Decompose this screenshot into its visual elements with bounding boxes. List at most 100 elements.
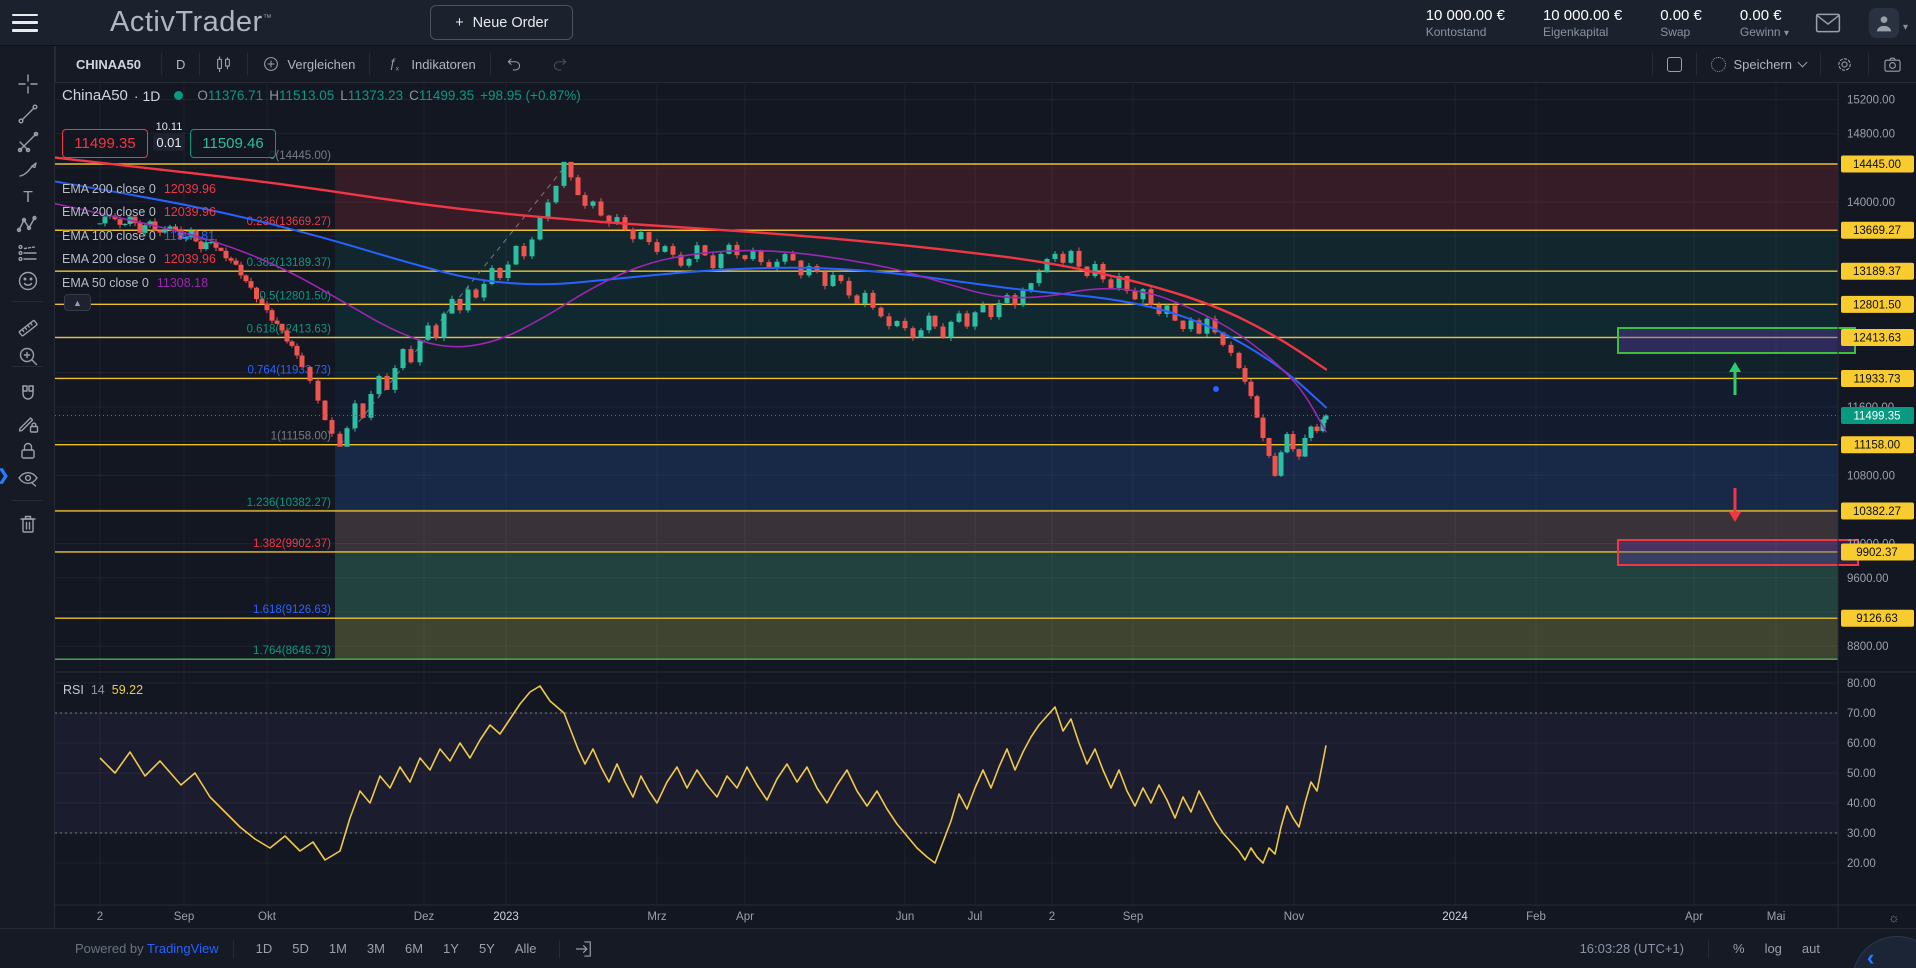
chart-style-button[interactable] [200, 53, 248, 75]
mail-icon[interactable] [1815, 12, 1841, 34]
snapshot-button[interactable] [1868, 53, 1916, 75]
gear-icon [1835, 55, 1854, 74]
brush-tool[interactable] [14, 156, 41, 183]
stat-kontostand: 10 000.00 € Kontostand [1426, 7, 1505, 39]
redo-button[interactable] [537, 53, 583, 75]
spread-indicator: 10.11 0.01 [148, 121, 190, 152]
svg-text:15200.00: 15200.00 [1847, 95, 1895, 107]
svg-text:80.00: 80.00 [1847, 678, 1876, 690]
svg-text:2024: 2024 [1442, 911, 1468, 923]
avatar[interactable] [1869, 8, 1899, 38]
tf-6m[interactable]: 6M [397, 938, 431, 959]
svg-text:9600.00: 9600.00 [1847, 573, 1889, 585]
goto-date-button[interactable] [574, 939, 594, 959]
powered-by: Powered by TradingView [75, 941, 219, 956]
svg-text:Jul: Jul [968, 911, 983, 923]
svg-text:0.236(13669.27): 0.236(13669.27) [247, 216, 332, 228]
svg-text:1.382(9902.37): 1.382(9902.37) [253, 538, 331, 550]
multichart-checkbox[interactable] [1652, 53, 1696, 75]
ema-legend-row[interactable]: EMA 200 close 012039.96 [62, 177, 216, 201]
app-logo: ActivTrader™ [110, 6, 272, 39]
new-order-button[interactable]: + Neue Order [430, 5, 573, 40]
svg-text:Apr: Apr [1685, 911, 1703, 923]
stat-gewinn[interactable]: 0.00 € Gewinn ▾ [1740, 7, 1789, 39]
circle-plus-icon [262, 55, 280, 73]
svg-text:13669.27: 13669.27 [1853, 225, 1901, 237]
market-open-dot [174, 91, 183, 100]
indicators-button[interactable]: ƒx Indikatoren [370, 53, 490, 75]
server-clock[interactable]: 16:03:28 (UTC+1) [1580, 941, 1684, 956]
emoji-tool[interactable] [14, 267, 41, 294]
change-value: +98.95 (+0.87%) [480, 88, 581, 103]
tf-1y[interactable]: 1Y [435, 938, 467, 959]
svg-text:0.764(11933.73): 0.764(11933.73) [247, 364, 331, 376]
svg-text:0(14445.00): 0(14445.00) [269, 150, 331, 162]
save-layout-button[interactable]: Speichern [1696, 53, 1820, 75]
chart-settings-button[interactable] [1820, 53, 1868, 75]
crosshair-tool[interactable] [14, 70, 41, 97]
redo-icon [551, 55, 569, 73]
plus-icon: + [455, 15, 463, 31]
magnet-tool[interactable] [14, 380, 41, 407]
indicator-legend: EMA 200 close 012039.96 EMA 200 close 01… [62, 177, 216, 295]
undo-icon [505, 55, 523, 73]
tf-5y[interactable]: 5Y [471, 938, 503, 959]
price-axis[interactable]: 15200.0014800.0014000.0011600.0010800.00… [1841, 95, 1914, 870]
interval-button[interactable]: D [162, 53, 200, 75]
svg-text:☼: ☼ [1888, 910, 1900, 925]
svg-text:12801.50: 12801.50 [1853, 299, 1901, 311]
svg-text:Apr: Apr [736, 911, 754, 923]
undo-button[interactable] [491, 53, 537, 75]
percent-scale-button[interactable]: % [1733, 941, 1745, 956]
svg-text:0.5(12801.50): 0.5(12801.50) [259, 290, 331, 302]
chart-toolbar: CHINAA50 D Vergleichen ƒx Indikatoren Sp… [55, 46, 1916, 82]
menu-icon[interactable] [12, 14, 38, 32]
text-tool[interactable]: T [14, 183, 41, 210]
candlestick-icon [214, 55, 233, 74]
pattern-tool[interactable] [14, 211, 41, 238]
tradingview-link[interactable]: TradingView [147, 941, 219, 956]
symbol-title[interactable]: ChinaA50 [62, 87, 128, 104]
tf-3m[interactable]: 3M [359, 938, 393, 959]
fibonacci-tool[interactable] [14, 128, 41, 155]
ruler-tool[interactable] [14, 314, 41, 341]
ema-legend-row[interactable]: EMA 200 close 012039.96 [62, 201, 216, 225]
svg-text:40.00: 40.00 [1847, 798, 1876, 810]
account-stats: 10 000.00 € Kontostand 10 000.00 € Eigen… [1426, 7, 1789, 39]
tf-5d[interactable]: 5D [284, 938, 317, 959]
auto-scale-button[interactable]: aut [1802, 941, 1820, 956]
remove-drawings-tool[interactable] [14, 510, 41, 537]
ema-legend-row[interactable]: EMA 200 close 012039.96 [62, 248, 216, 272]
forecast-tool[interactable] [14, 239, 41, 266]
ema-legend-row[interactable]: EMA 100 close 011594.81 [62, 224, 216, 248]
drawing-lock-tool[interactable] [14, 409, 41, 436]
collapse-legend-button[interactable]: ▲ [64, 294, 91, 311]
trendline-tool[interactable] [14, 100, 41, 127]
compare-button[interactable]: Vergleichen [248, 53, 370, 75]
panel-expand-chevron[interactable]: ❯ [0, 466, 10, 484]
svg-text:8800.00: 8800.00 [1847, 641, 1889, 653]
zoom-in-tool[interactable] [14, 342, 41, 369]
chart-canvas[interactable]: 0(14445.00)0.236(13669.27)0.382(13189.37… [55, 82, 1916, 928]
ema-legend-row[interactable]: EMA 50 close 011308.18 [62, 271, 216, 295]
svg-text:11499.35: 11499.35 [1853, 411, 1900, 423]
hide-drawings-tool[interactable] [14, 465, 41, 492]
tf-1m[interactable]: 1M [321, 938, 355, 959]
lock-tool[interactable] [14, 437, 41, 464]
drawing-tools-rail: T ❯ [0, 46, 55, 928]
symbol-button[interactable]: CHINAA50 [56, 53, 162, 75]
tf-1d[interactable]: 1D [248, 938, 281, 959]
svg-text:2023: 2023 [493, 911, 519, 923]
tf-alle[interactable]: Alle [507, 938, 545, 959]
svg-text:9902.37: 9902.37 [1856, 547, 1898, 559]
sell-button[interactable]: 11499.35 [62, 129, 148, 158]
buy-button[interactable]: 11509.46 [190, 129, 276, 158]
rsi-legend[interactable]: RSI 14 59.22 [63, 683, 143, 697]
log-scale-button[interactable]: log [1765, 941, 1782, 956]
chevron-down-icon[interactable]: ▾ [1903, 22, 1908, 33]
time-axis[interactable]: 2SepOktDez2023MrzAprJunJul2SepNov2024Feb… [97, 910, 1900, 925]
user-menu[interactable]: ▾ [1869, 8, 1908, 38]
logo-trademark: ™ [263, 12, 273, 22]
chevron-down-icon[interactable]: ▾ [1784, 28, 1789, 39]
svg-text:T: T [23, 189, 33, 206]
